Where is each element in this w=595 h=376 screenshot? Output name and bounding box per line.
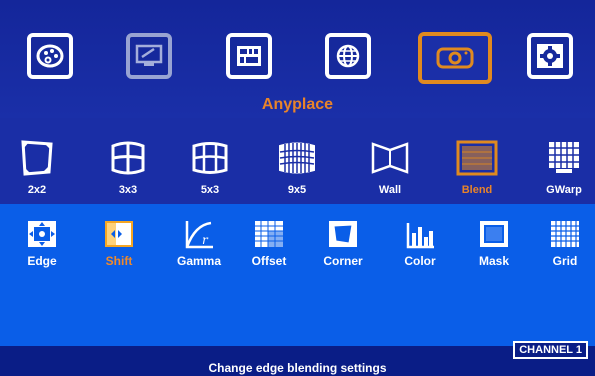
sub-item-label: Corner [323,254,363,268]
grid-icon [551,221,579,247]
edge-icon [28,221,56,247]
mode-row: 2x2 3x3 5x3 9x5 Wall Blend GWarp [0,118,595,204]
corner-icon [329,221,357,247]
osd-screen: Anyplace 2x2 3x3 5x3 9x5 Wall Blend GWar… [0,0,595,376]
sub-item-gamma[interactable]: r Gamma [167,219,231,279]
mode-label: 3x3 [118,184,138,196]
gear-icon[interactable] [527,33,573,79]
grid-3x3-icon [111,141,145,175]
sub-item-label: Shift [105,254,133,268]
sub-item-label: Grid [552,254,578,268]
svg-text:r: r [202,233,209,247]
mode-label: 5x3 [200,184,220,196]
mode-label: Blend [461,184,493,196]
sub-item-edge[interactable]: Edge [10,219,74,279]
shift-icon [105,221,133,247]
sub-item-grid[interactable]: Grid [533,219,595,279]
sub-item-corner[interactable]: Corner [311,219,375,279]
help-text: Change edge blending settings [208,361,387,375]
palette-icon[interactable] [27,33,73,79]
sub-item-label: Edge [27,254,57,268]
sub-item-offset[interactable]: Offset [237,219,301,279]
offset-icon [255,221,283,247]
blend-icon [456,140,498,176]
channel-badge: CHANNEL 1 [513,341,588,359]
mode-label: Wall [378,184,402,196]
mode-3x3[interactable]: 3x3 [95,134,161,202]
grid-2x2-icon [21,140,53,176]
grid-5x3-icon [192,142,228,174]
mode-label: GWarp [546,184,582,196]
projector-icon[interactable] [418,32,492,84]
sub-item-mask[interactable]: Mask [462,219,526,279]
mode-label: 9x5 [287,184,307,196]
globe-icon[interactable] [325,33,371,79]
gamma-icon: r [185,221,213,249]
sub-item-label: Color [404,254,436,268]
color-bars-icon [406,223,434,249]
sub-item-color[interactable]: Color [388,219,452,279]
mode-9x5[interactable]: 9x5 [264,134,330,202]
mode-label: 2x2 [27,184,47,196]
status-bar: CHANNEL 1 Change edge blending settings [0,341,595,376]
grid-9x5-icon [279,142,315,174]
mode-5x3[interactable]: 5x3 [177,134,243,202]
sub-item-label: Mask [478,254,510,268]
blend-settings-panel: Edge Shift r Gamma Offset Corner Color M… [0,204,595,346]
mode-wall[interactable]: Wall [357,134,423,202]
top-menu-bar: Anyplace [0,0,595,118]
sub-item-label: Gamma [176,254,222,268]
wall-icon [371,142,409,174]
mode-blend[interactable]: Blend [444,134,510,202]
sub-item-label: Offset [251,254,287,268]
mask-icon [480,221,508,247]
sub-item-shift[interactable]: Shift [87,219,151,279]
gwarp-icon [549,142,579,173]
mode-title: Anyplace [261,96,334,113]
monitor-settings-icon[interactable] [126,33,172,79]
mode-gwarp[interactable]: GWarp [531,134,595,202]
layout-icon[interactable] [226,33,272,79]
mode-2x2[interactable]: 2x2 [4,134,70,202]
